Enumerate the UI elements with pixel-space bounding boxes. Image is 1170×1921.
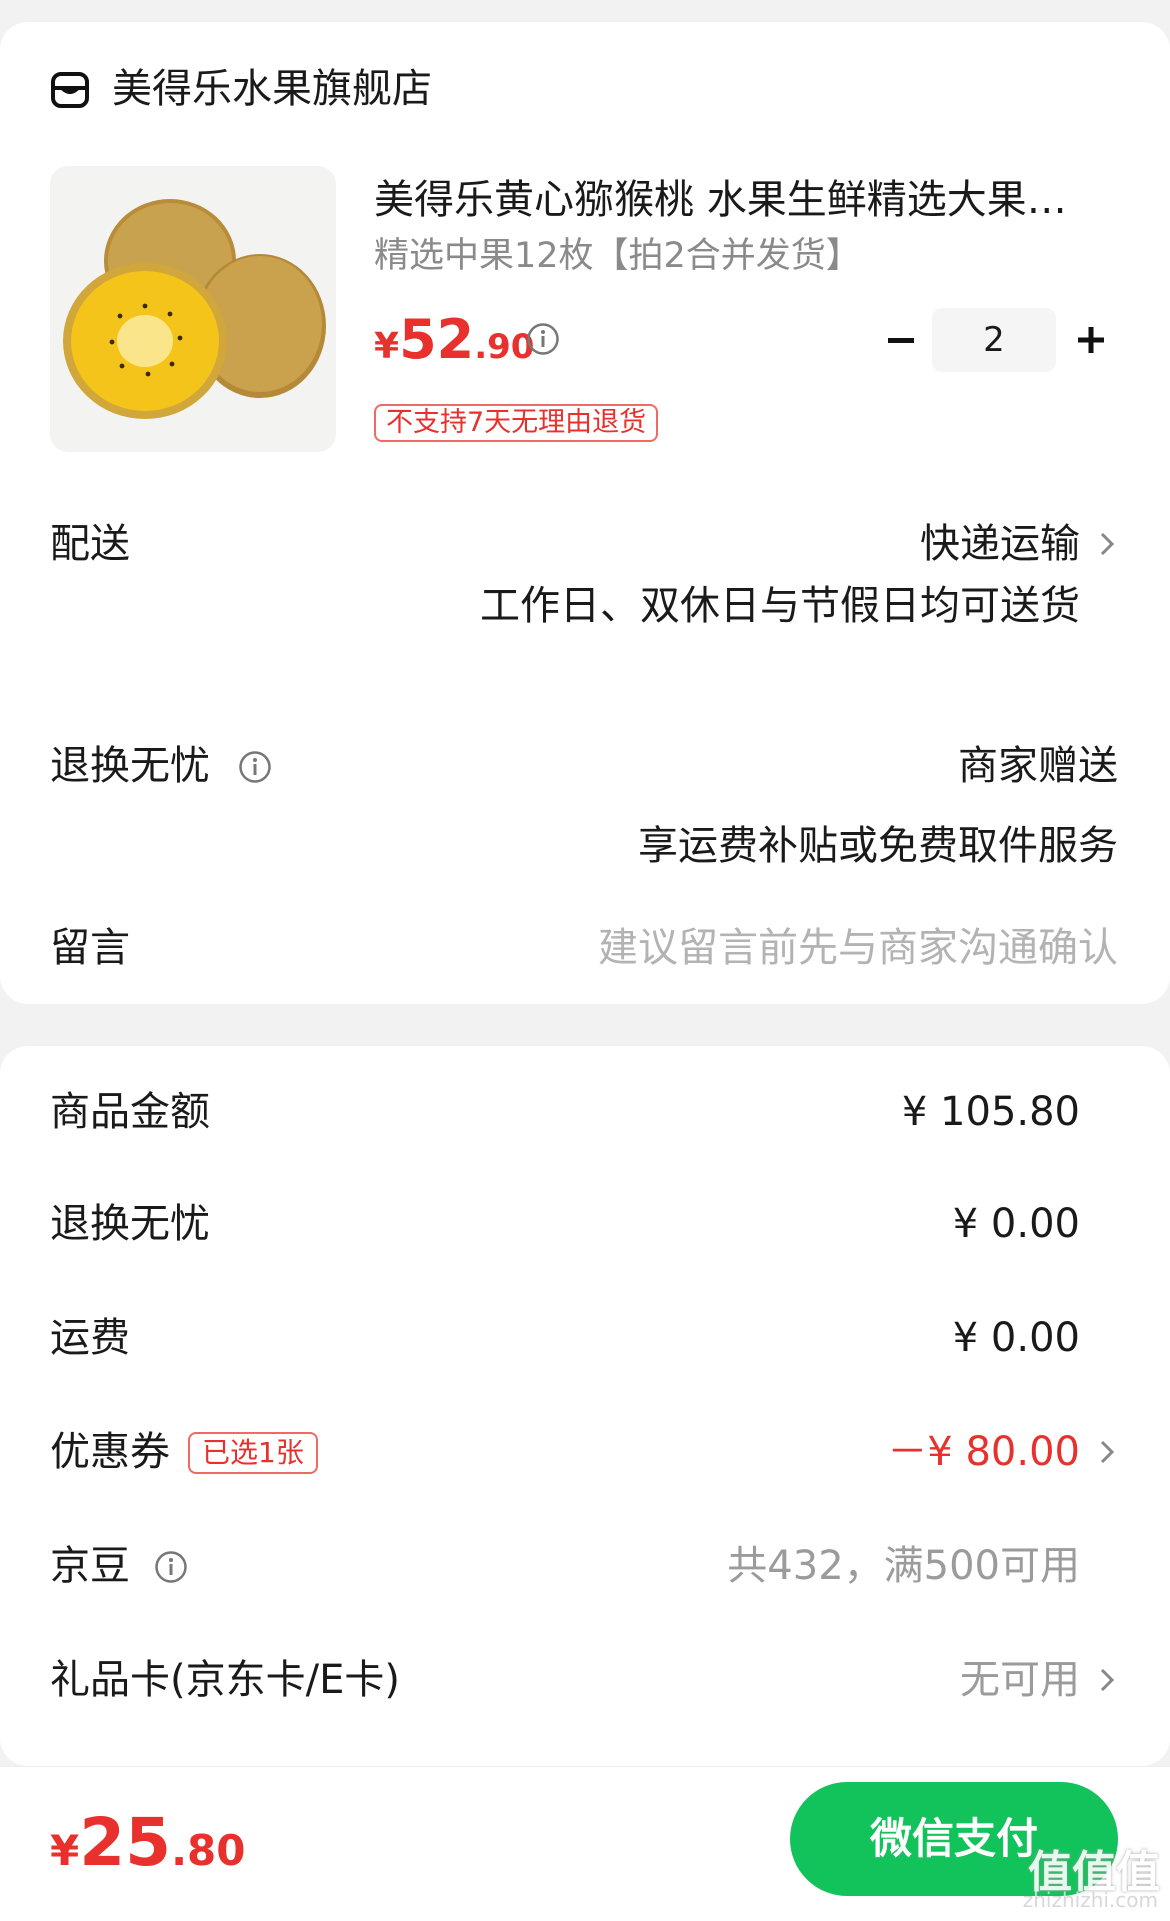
total-integer: 25 [79, 1804, 172, 1881]
product-image[interactable] [50, 166, 336, 452]
price-integer: 52 [399, 308, 475, 371]
chevron-right-icon[interactable] [1096, 530, 1118, 558]
store-icon [51, 72, 89, 108]
worry-free-note: 享运费补贴或免费取件服务 [638, 823, 1118, 869]
watermark-url: zhizhizhi.com [1022, 1888, 1158, 1912]
price-info-icon[interactable] [526, 322, 560, 356]
price-currency: ¥ [374, 326, 400, 367]
delivery-method[interactable]: 快递运输 [920, 518, 1080, 570]
chevron-right-icon[interactable] [1096, 1666, 1118, 1694]
message-label: 留言 [50, 925, 130, 971]
worry-free-fee-label: 退换无忧 [50, 1201, 210, 1247]
chevron-right-icon[interactable] [1096, 1438, 1118, 1466]
worry-free-fee-value: ¥ 0.00 [952, 1201, 1080, 1247]
quantity-increase-button[interactable] [1062, 316, 1118, 364]
jd-bean-info-icon[interactable] [154, 1550, 188, 1584]
goods-amount-label: 商品金额 [50, 1089, 210, 1135]
coupon-label: 优惠券 [50, 1429, 170, 1475]
product-title[interactable]: 美得乐黄心猕猴桃 水果生鲜精选大果… [374, 174, 1104, 226]
delivery-note: 工作日、双休日与节假日均可送货 [480, 583, 1080, 629]
worry-free-info-icon[interactable] [238, 750, 272, 784]
total-currency: ¥ [50, 1826, 80, 1875]
jd-bean-value: 共432，满500可用 [727, 1543, 1080, 1589]
message-input[interactable]: 建议留言前先与商家沟通确认 [598, 922, 1118, 974]
quantity-input[interactable]: 2 [932, 308, 1056, 372]
delivery-label: 配送 [50, 521, 130, 567]
coupon-selected-badge: 已选1张 [188, 1432, 318, 1474]
product-spec: 精选中果12枚【拍2合并发货】 [374, 236, 861, 276]
jd-bean-label: 京豆 [50, 1543, 130, 1589]
shipping-label: 运费 [50, 1315, 130, 1361]
worry-free-value: 商家赠送 [958, 743, 1118, 789]
no-return-badge: 不支持7天无理由退货 [374, 404, 659, 442]
kiwi-image [63, 199, 326, 419]
store-name[interactable]: 美得乐水果旗舰店 [112, 64, 432, 114]
total-price: ¥25.80 [50, 1808, 246, 1895]
gift-card-label: 礼品卡(京东卡/E卡) [50, 1657, 400, 1703]
quantity-decrease-button[interactable] [872, 320, 928, 360]
total-decimal: .80 [171, 1826, 246, 1875]
coupon-value[interactable]: －¥ 80.00 [887, 1426, 1080, 1478]
gift-card-value[interactable]: 无可用 [960, 1654, 1080, 1706]
shipping-value: ¥ 0.00 [952, 1315, 1080, 1361]
product-price: ¥52.90 [374, 310, 534, 383]
goods-amount-value: ¥ 105.80 [901, 1089, 1080, 1135]
worry-free-label: 退换无忧 [50, 743, 210, 789]
